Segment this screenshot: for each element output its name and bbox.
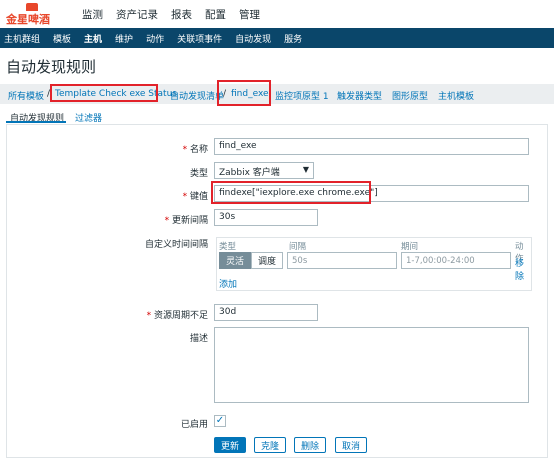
subnav-templates[interactable]: 模板: [53, 32, 71, 45]
description-label: 描述: [189, 334, 208, 344]
lifetime-label: * 资源周期不足: [146, 311, 208, 321]
delete-button[interactable]: 删除: [294, 437, 326, 453]
highlight-box-rule: [217, 80, 271, 106]
subnav-maintenance[interactable]: 维护: [115, 32, 133, 45]
sched-header-interval: 间隔: [289, 242, 307, 252]
description-textarea[interactable]: [214, 327, 529, 403]
subnav-discovery[interactable]: 自动发现: [235, 32, 271, 45]
subnav-event-correlation[interactable]: 关联项事件: [177, 32, 222, 45]
key-label: * 键值: [182, 192, 208, 202]
flexible-toggle[interactable]: 灵活: [219, 252, 251, 269]
breadcrumb-all-templates[interactable]: 所有模板: [8, 89, 44, 102]
custom-intervals-label: 自定义时间间隔: [144, 240, 208, 250]
breadcrumb-discovery-list[interactable]: 自动发现清单: [170, 89, 224, 102]
clone-button[interactable]: 克隆: [254, 437, 286, 453]
enabled-checkbox[interactable]: ✓: [214, 415, 226, 427]
tab-bar: 自动发现规则 过滤器: [0, 108, 554, 124]
top-menu-configuration[interactable]: 配置: [205, 7, 226, 22]
name-field[interactable]: find_exe: [214, 138, 529, 155]
update-button[interactable]: 更新: [214, 437, 246, 453]
logo-crown-icon: [26, 3, 38, 11]
name-label: * 名称: [182, 145, 208, 155]
add-interval-link[interactable]: 添加: [219, 277, 237, 290]
update-interval-field[interactable]: 30s: [214, 209, 318, 226]
logo-text: 金星啤酒: [6, 13, 50, 26]
custom-intervals-table: 类型 间隔 期间 动作 灵活 调度 50s 1-7,00:00-24:00 移除…: [216, 237, 532, 291]
breadcrumb-host-templates[interactable]: 主机模板: [438, 89, 474, 102]
subnav-actions[interactable]: 动作: [146, 32, 164, 45]
top-menu-administration[interactable]: 管理: [239, 7, 260, 22]
period-input[interactable]: 1-7,00:00-24:00: [401, 252, 511, 269]
interval-input[interactable]: 50s: [287, 252, 397, 269]
top-menu-monitoring[interactable]: 监测: [82, 7, 103, 22]
remove-interval-link[interactable]: 移除: [515, 256, 531, 282]
breadcrumb-trigger-types[interactable]: 触发器类型: [337, 89, 382, 102]
top-menu-inventory[interactable]: 资产记录: [116, 7, 158, 22]
sub-navigation: 主机群组 模板 主机 维护 动作 关联项事件 自动发现 服务: [0, 28, 554, 48]
highlight-box-template: [50, 84, 158, 102]
sched-header-period: 期间: [401, 242, 419, 252]
subnav-services[interactable]: 服务: [284, 32, 302, 45]
brand-logo[interactable]: 金星啤酒: [6, 3, 58, 26]
subnav-hosts[interactable]: 主机: [84, 32, 102, 45]
sched-header-type: 类型: [219, 242, 237, 252]
type-select[interactable]: Zabbix 客户端 ▼: [214, 162, 314, 179]
cancel-button[interactable]: 取消: [335, 437, 367, 453]
page-title: 自动发现规则: [6, 58, 97, 76]
top-bar: 金星啤酒 监测 资产记录 报表 配置 管理: [0, 0, 554, 28]
update-interval-label: * 更新间隔: [164, 216, 208, 226]
type-label: 类型: [189, 169, 208, 179]
lifetime-field[interactable]: 30d: [214, 304, 318, 321]
chevron-down-icon: ▼: [302, 165, 309, 174]
top-menu-reports[interactable]: 报表: [171, 7, 192, 22]
tab-filters[interactable]: 过滤器: [75, 111, 102, 124]
enabled-label: 已启用: [180, 420, 208, 430]
active-tab-indicator: [6, 121, 66, 123]
top-menu: 监测 资产记录 报表 配置 管理: [82, 7, 273, 22]
scheduling-toggle[interactable]: 调度: [251, 252, 283, 269]
subnav-host-groups[interactable]: 主机群组: [4, 32, 40, 45]
highlight-box-key: [211, 181, 371, 204]
breadcrumb-graph-prototypes[interactable]: 图形原型: [392, 89, 428, 102]
breadcrumb-item-prototypes[interactable]: 监控项原型 1: [275, 89, 329, 102]
type-select-value: Zabbix 客户端: [219, 168, 280, 178]
